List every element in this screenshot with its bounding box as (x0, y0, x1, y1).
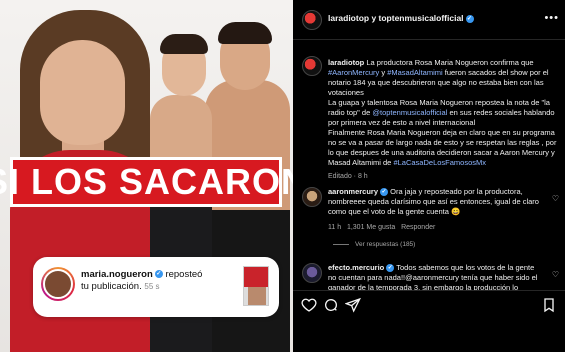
story-thumbnail (243, 266, 269, 306)
heart-icon[interactable] (301, 297, 317, 313)
caption-text: y (381, 68, 386, 77)
story-time: 55 s (144, 282, 160, 291)
story-avatar (41, 267, 75, 301)
bookmark-icon[interactable] (541, 297, 557, 313)
verified-icon: ✓ (386, 264, 395, 273)
post-header-title[interactable]: laradiotop y toptenmusicalofficial ✓ (328, 13, 474, 23)
caption-text: La productora Rosa Maria Nogueron confir… (366, 58, 534, 67)
story-username: maria.nogueron (81, 269, 153, 280)
comment-time: 11 h (328, 224, 342, 231)
comment-icon[interactable] (323, 297, 339, 313)
header-avatar[interactable] (302, 10, 322, 30)
post-image[interactable]: SI LOS SACARON maria.nogueron ✓ reposteó … (0, 0, 293, 352)
comment-avatar[interactable] (302, 187, 322, 207)
hashtag-link[interactable]: #LaCasaDeLosFamososMx (393, 158, 486, 167)
hashtag-link[interactable]: #AaronMercury (328, 68, 379, 77)
comment-item: aaronmercury ✓ Ora jaja y reposteado por … (328, 187, 543, 233)
verified-icon: ✓ (380, 188, 389, 197)
hashtag-link[interactable]: #MasadAltamimi (387, 68, 442, 77)
panel-bottom-area (293, 318, 565, 352)
comment-username[interactable]: efecto.mercurio (328, 263, 384, 272)
verified-icon: ✓ (154, 270, 163, 279)
caption-avatar[interactable] (302, 56, 322, 76)
man-right-hair (218, 22, 272, 44)
mention-link[interactable]: @toptenmusicalofficial (372, 108, 447, 117)
share-icon[interactable] (344, 297, 361, 313)
comment-avatar[interactable] (302, 263, 322, 283)
comment-likes[interactable]: 1,301 Me gusta (347, 224, 395, 231)
caption-username[interactable]: laradiotop (328, 58, 364, 67)
comment-meta: 11 h 1,301 Me gusta Responder (328, 223, 543, 233)
comment-username[interactable]: aaronmercury (328, 187, 378, 196)
more-horizontal-icon[interactable]: ••• (544, 12, 559, 24)
comment-item: efecto.mercurio ✓ Todos sabemos que los v… (328, 263, 543, 293)
headline-banner: SI LOS SACARON (0, 157, 293, 207)
header-title-text[interactable]: laradiotop y toptenmusicalofficial (328, 13, 464, 23)
post-header: laradiotop y toptenmusicalofficial ✓ ••• (293, 0, 565, 40)
comment-like-heart-icon[interactable]: ♡ (552, 270, 559, 279)
view-replies-label[interactable]: Ver respuestas (185) (355, 241, 415, 248)
story-repost-card: maria.nogueron ✓ reposteó tu publicación.… (33, 257, 279, 317)
verified-icon: ✓ (465, 14, 474, 23)
post-detail-panel: laradiotop y toptenmusicalofficial ✓ ••• … (293, 0, 565, 352)
post-action-bar (293, 290, 565, 318)
reply-button[interactable]: Responder (401, 224, 435, 231)
story-text: maria.nogueron ✓ reposteó tu publicación.… (81, 269, 211, 293)
post-caption: laradiotop La productora Rosa Maria Nogu… (328, 58, 560, 182)
view-replies-button[interactable]: Ver respuestas (185) (333, 241, 415, 248)
woman-face (40, 40, 125, 145)
caption-meta: Editado · 8 h (328, 173, 368, 180)
comment-like-heart-icon[interactable]: ♡ (552, 194, 559, 203)
man-left-hair (160, 34, 208, 54)
headline-text: SI LOS SACARON (0, 161, 293, 202)
